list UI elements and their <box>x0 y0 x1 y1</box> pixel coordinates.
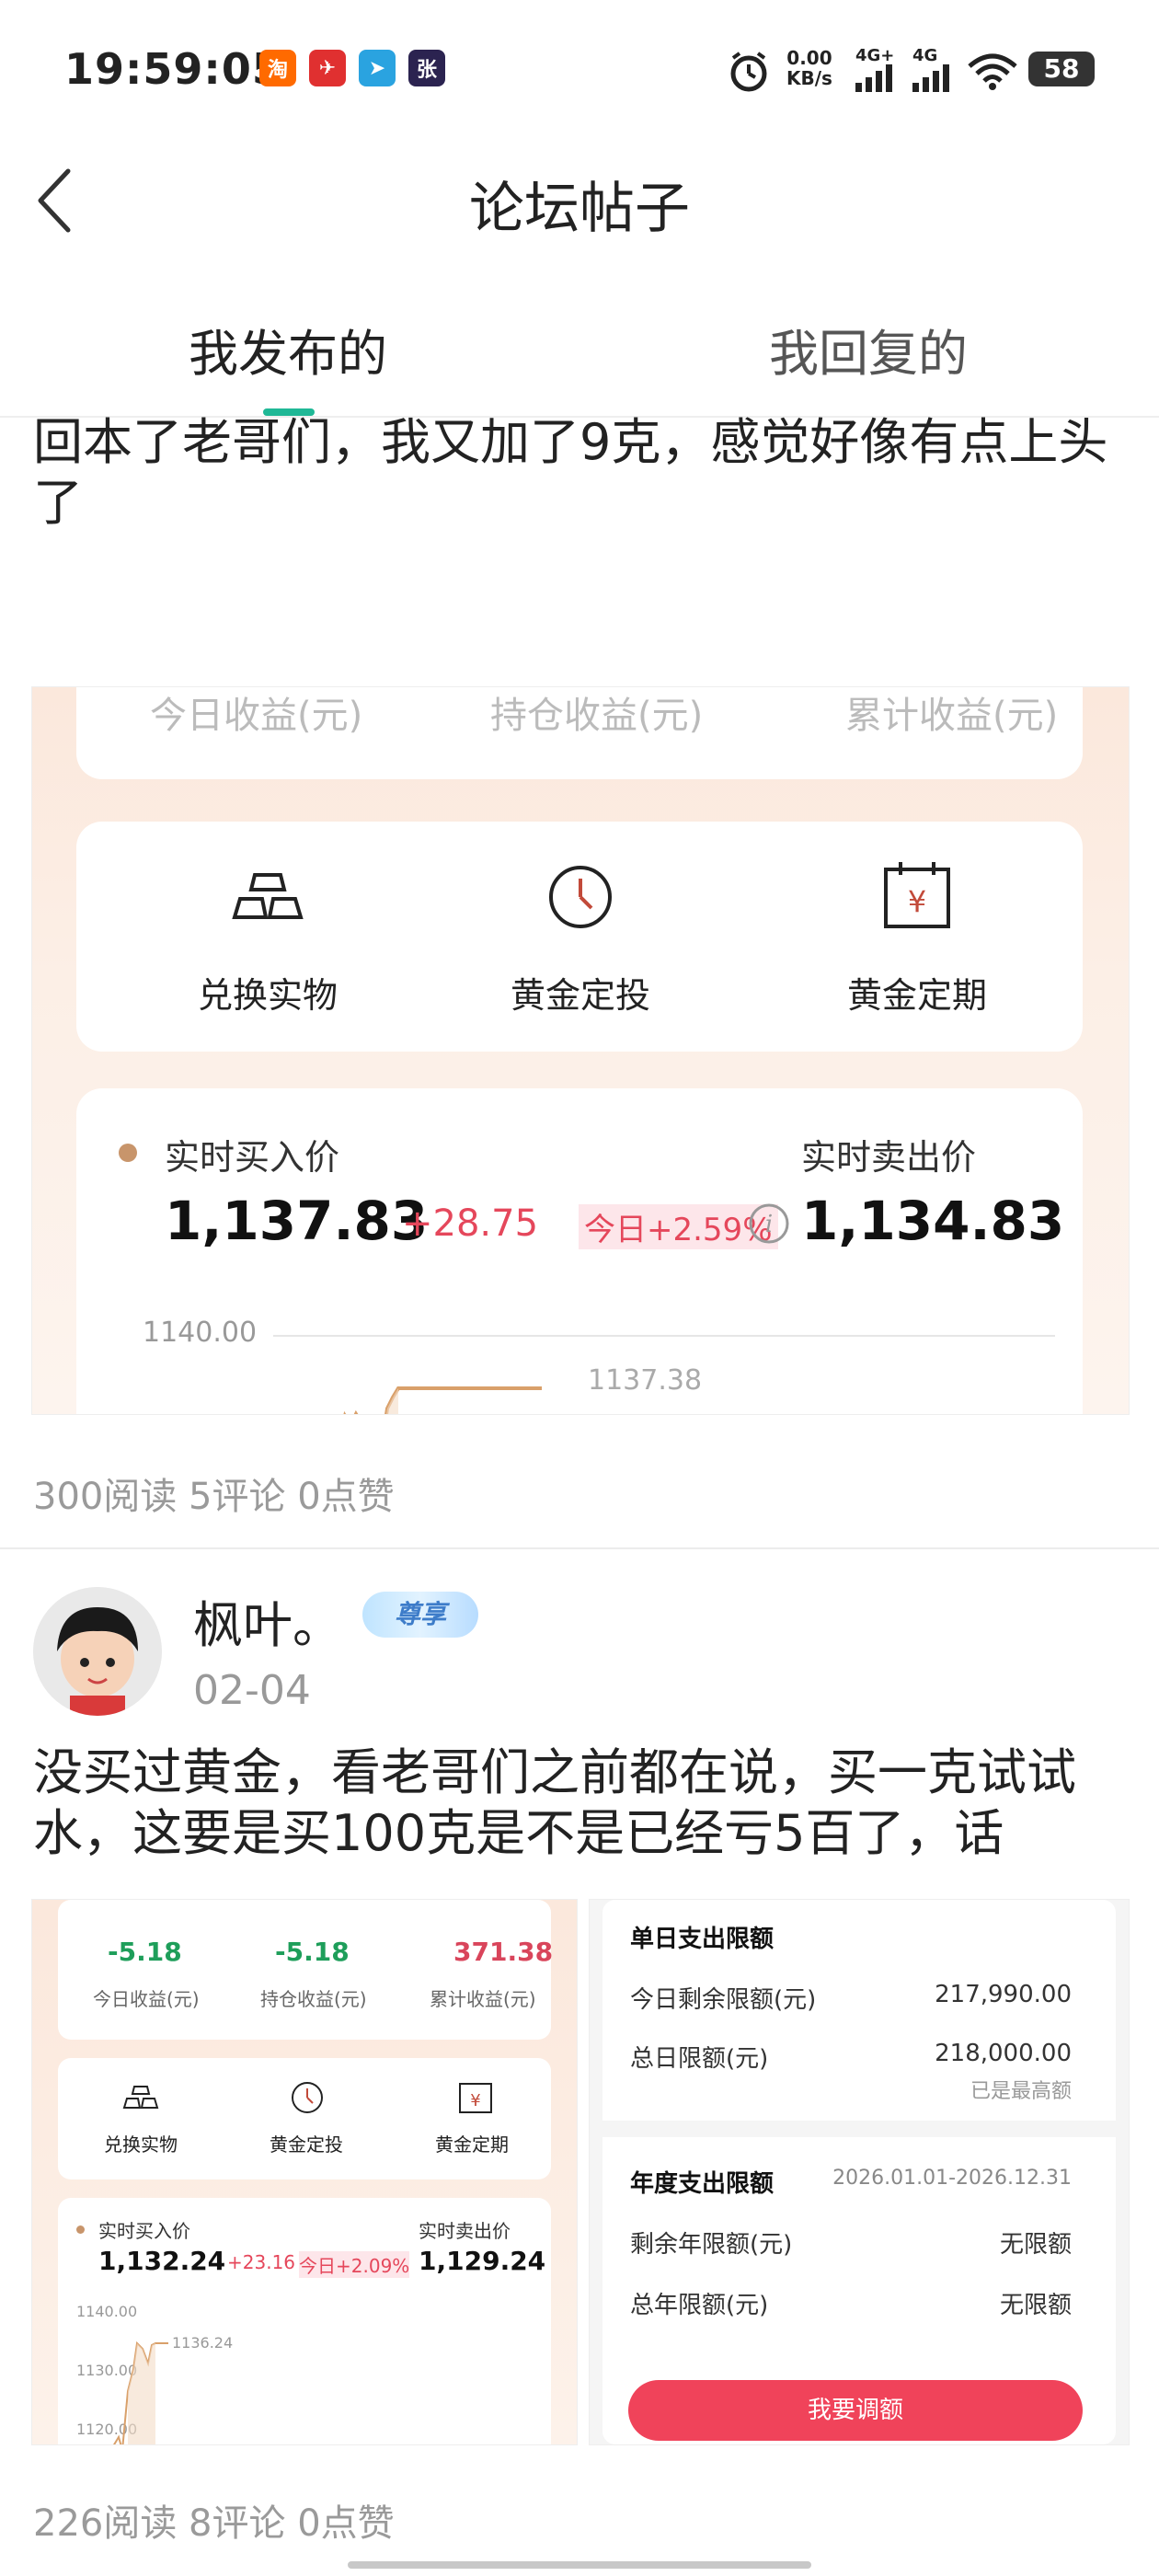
price-change: +28.75 <box>402 1202 539 1245</box>
avatar[interactable] <box>33 1587 162 1716</box>
status-time: 19:59:05 <box>64 44 282 94</box>
post-stats: 226阅读 8评论 0点赞 <box>33 2502 395 2545</box>
today-income-label: 今日收益(元) <box>150 695 363 737</box>
sell-price-label: 实时卖出价 <box>419 2220 511 2242</box>
holding-income-label: 持仓收益(元) <box>490 695 704 737</box>
daily-remaining-value: 217,990.00 <box>935 1981 1072 2008</box>
buy-price-label: 实时买入价 <box>98 2220 190 2242</box>
taobao-app-icon: 淘 <box>259 50 296 86</box>
buy-price: 1,137.83 <box>165 1190 429 1252</box>
yearly-remaining-label: 剩余年限额(元) <box>630 2231 793 2259</box>
author-name[interactable]: 枫叶。 <box>193 1584 342 1657</box>
net-speed: 0.00 KB/s <box>786 48 832 88</box>
sell-price: 1,129.24 <box>419 2246 546 2276</box>
today-income-value: -5.18 <box>108 1937 182 1967</box>
total-income-label: 累计收益(元) <box>845 695 1059 737</box>
yearly-total-label: 总年限额(元) <box>630 2292 769 2319</box>
gold-bar-icon <box>122 2086 159 2109</box>
gold-fixed-term-label: 黄金定期 <box>846 975 987 1016</box>
page-title: 论坛帖子 <box>469 177 690 241</box>
holding-income-label: 持仓收益(元) <box>260 1988 367 2010</box>
battery-indicator: 58 <box>1028 52 1095 86</box>
sell-price: 1,134.83 <box>801 1190 1065 1252</box>
buy-price: 1,132.24 <box>98 2246 226 2276</box>
today-change: 今日+2.09% <box>299 2251 410 2278</box>
total-income-value: 371.38 <box>453 1937 554 1967</box>
signal-bars-icon <box>855 64 892 92</box>
clock-icon <box>549 866 612 928</box>
signal-bars-2-icon <box>912 64 949 92</box>
post-stats: 300阅读 5评论 0点赞 <box>33 1476 395 1518</box>
buy-price-label: 实时买入价 <box>165 1137 340 1178</box>
holding-income-value: -5.18 <box>275 1937 350 1967</box>
clock-icon <box>292 2082 323 2113</box>
tab-my-posts[interactable]: 我发布的 <box>189 313 387 385</box>
post-divider <box>0 1547 1159 1549</box>
buy-dot <box>119 1144 137 1162</box>
price-chart-line <box>113 2340 168 2444</box>
yearly-total-value: 无限额 <box>999 2292 1072 2319</box>
bank-app-icon: ✈ <box>309 50 346 86</box>
svg-text:¥: ¥ <box>470 2091 480 2110</box>
post-image-right[interactable]: 单日支出限额 今日剩余限额(元) 217,990.00 总日限额(元) 218,… <box>589 1899 1130 2445</box>
axis-label-1: 1140.00 <box>76 2303 138 2320</box>
gold-bar-icon <box>232 873 304 919</box>
exchange-goods-label: 兑换实物 <box>197 975 338 1016</box>
avatar-face-icon <box>33 1587 162 1716</box>
daily-total-value: 218,000.00 <box>935 2040 1072 2067</box>
gold-auto-invest-label: 黄金定投 <box>270 2133 343 2156</box>
sell-price-label: 实时卖出价 <box>801 1137 977 1178</box>
calendar-icon: ¥ <box>884 862 950 928</box>
today-income-label: 今日收益(元) <box>93 1988 200 2010</box>
info-icon[interactable]: i <box>748 1202 790 1245</box>
post-date: 02-04 <box>193 1667 311 1714</box>
net-speed-value: 0.00 <box>786 47 832 69</box>
section-gap <box>602 2121 1116 2137</box>
exchange-goods-label: 兑换实物 <box>104 2133 178 2156</box>
wifi-icon <box>968 53 1017 90</box>
home-indicator[interactable] <box>348 2561 811 2569</box>
post-text[interactable]: 没买过黄金，看老哥们之前都在说，买一克试试水，这要是买100克是不是已经亏5百了… <box>33 1742 1128 1864</box>
post-image-left[interactable]: -5.18 -5.18 371.38 今日收益(元) 持仓收益(元) 累计收益(… <box>31 1899 578 2445</box>
buy-dot <box>76 2225 85 2234</box>
adjust-limit-button[interactable]: 我要调额 <box>628 2380 1083 2441</box>
post-text[interactable]: 回本了老哥们，我又加了9克，感觉好像有点上头了 <box>33 412 1128 534</box>
daily-note: 已是最高额 <box>970 2080 1072 2103</box>
tab-my-replies[interactable]: 我回复的 <box>769 313 968 385</box>
gold-fixed-term-label: 黄金定期 <box>435 2133 509 2156</box>
svg-text:¥: ¥ <box>908 884 926 919</box>
telegram-app-icon: ➤ <box>359 50 396 86</box>
axis-top-label: 1140.00 <box>143 1317 258 1349</box>
vip-badge: 尊享 <box>362 1592 478 1638</box>
price-chart-line <box>343 1386 542 1414</box>
alarm-icon <box>730 52 767 92</box>
yearly-remaining-value: 无限额 <box>999 2231 1072 2259</box>
daily-remaining-label: 今日剩余限额(元) <box>630 1986 817 2014</box>
notes-app-icon: 张 <box>408 50 445 86</box>
net-speed-unit: KB/s <box>786 67 832 89</box>
price-change: +23.16 <box>227 2251 296 2273</box>
calendar-icon: ¥ <box>459 2083 492 2113</box>
yearly-limit-title: 年度支出限额 <box>630 2170 775 2198</box>
daily-total-label: 总日限额(元) <box>630 2045 769 2073</box>
gridline <box>273 1335 1055 1337</box>
svg-text:i: i <box>765 1211 773 1238</box>
post-image[interactable]: 今日收益(元) 持仓收益(元) 累计收益(元) 兑换实物 黄金定投 ¥ 黄金定期… <box>31 686 1130 1415</box>
yearly-range: 2026.01.01-2026.12.31 <box>832 2167 1072 2190</box>
total-income-label: 累计收益(元) <box>430 1988 536 2010</box>
daily-limit-title: 单日支出限额 <box>630 1926 775 1953</box>
gold-auto-invest-label: 黄金定投 <box>510 975 650 1016</box>
